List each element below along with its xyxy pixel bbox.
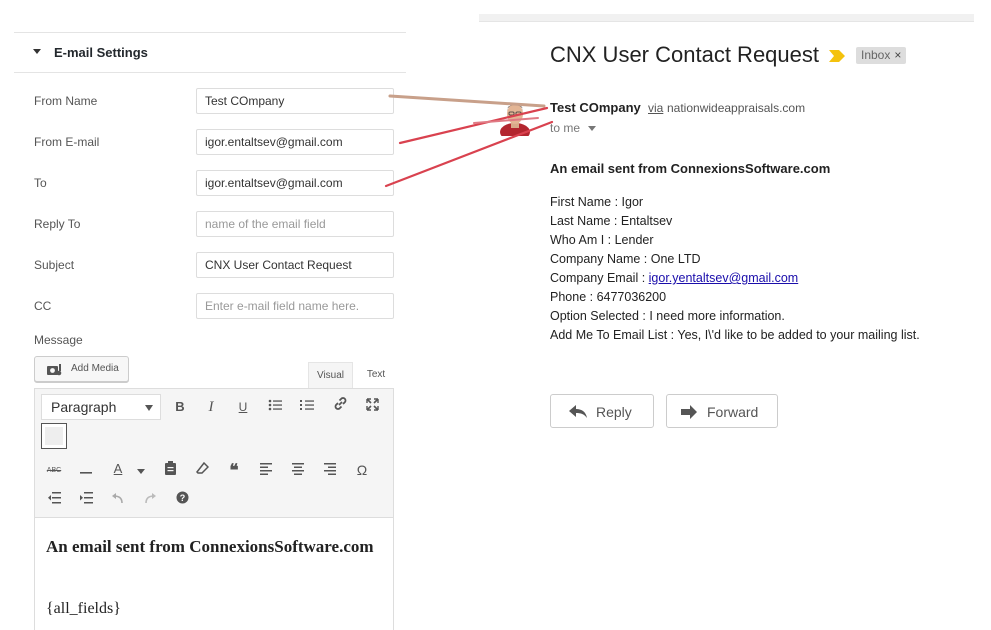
sender-name[interactable]: Test COmpany — [550, 100, 641, 115]
fullscreen-icon[interactable] — [361, 396, 383, 418]
editor-heading: An email sent from ConnexionsSoftware.co… — [46, 537, 374, 556]
to-input[interactable] — [196, 170, 394, 196]
inbox-label-chip[interactable]: Inbox × — [856, 47, 907, 64]
outdent-icon[interactable] — [43, 489, 65, 511]
email-body: First Name : Igor Last Name : Entaltsev … — [550, 193, 920, 345]
special-character-icon[interactable]: Ω — [351, 459, 373, 481]
email-settings-header[interactable]: E-mail Settings — [14, 33, 406, 73]
underline-button[interactable]: U — [232, 396, 254, 418]
reply-label: Reply — [596, 404, 632, 420]
company-email-prefix: Company Email : — [550, 271, 649, 285]
subject-input[interactable] — [196, 252, 394, 278]
cc-label: CC — [34, 299, 52, 313]
email-line-company-email: Company Email : igor.yentaltsev@gmail.co… — [550, 269, 920, 288]
bold-button[interactable]: B — [169, 396, 191, 418]
subject-label: Subject — [34, 258, 75, 272]
strikethrough-button[interactable]: ABC — [43, 460, 65, 482]
from-name-input[interactable] — [196, 88, 394, 114]
email-line-phone: Phone : 6477036200 — [550, 290, 667, 304]
message-label: Message — [34, 333, 83, 347]
tab-text[interactable]: Text — [358, 362, 394, 388]
caret-down-icon[interactable] — [130, 460, 152, 482]
forward-label: Forward — [707, 404, 759, 420]
editor-toolbar: Paragraph B I U ABC A ❝ Ω ? — [34, 388, 394, 518]
clear-formatting-icon[interactable] — [191, 460, 213, 482]
reply-to-label: Reply To — [34, 217, 81, 231]
tab-visual[interactable]: Visual — [308, 362, 353, 388]
forward-button[interactable]: Forward — [666, 394, 778, 428]
via-link[interactable]: via — [648, 101, 663, 115]
bullet-list-icon[interactable] — [264, 396, 286, 418]
add-media-label: Add Media — [71, 363, 119, 374]
editor-all-fields-tag: {all_fields} — [46, 600, 121, 617]
sender-domain: nationwideappraisals.com — [667, 101, 806, 115]
sender-avatar — [500, 104, 530, 136]
email-line-mailing-list: Add Me To Email List : Yes, I\'d like to… — [550, 328, 920, 342]
help-icon[interactable]: ? — [171, 489, 193, 511]
italic-button[interactable]: I — [200, 396, 222, 418]
section-title: E-mail Settings — [54, 45, 148, 60]
message-editor[interactable]: An email sent from ConnexionsSoftware.co… — [34, 518, 394, 630]
email-subject: CNX User Contact Request — [550, 42, 819, 67]
blockquote-icon[interactable]: ❝ — [223, 460, 245, 482]
reply-icon — [569, 405, 587, 418]
email-top-bar — [479, 14, 974, 22]
paste-text-icon[interactable] — [159, 460, 181, 482]
media-icon — [47, 364, 62, 376]
recipient-summary[interactable]: to me — [550, 121, 580, 135]
from-name-label: From Name — [34, 94, 98, 108]
align-left-icon[interactable] — [255, 460, 277, 482]
chevron-down-icon — [145, 405, 153, 411]
text-color-button[interactable]: A — [107, 458, 129, 480]
email-line-last-name: Last Name : Entaltsev — [550, 214, 673, 228]
from-email-input[interactable] — [196, 129, 394, 155]
link-icon[interactable] — [329, 396, 351, 418]
chevron-down-icon[interactable] — [588, 126, 596, 131]
email-line-who-am-i: Who Am I : Lender — [550, 233, 654, 247]
from-email-label: From E-mail — [34, 135, 100, 149]
reply-button[interactable]: Reply — [550, 394, 654, 428]
email-line-first-name: First Name : Igor — [550, 195, 644, 209]
cc-input[interactable] — [196, 293, 394, 319]
reply-to-input[interactable] — [196, 211, 394, 237]
forward-icon — [681, 405, 697, 419]
horizontal-line-icon[interactable] — [75, 460, 97, 482]
inbox-label-text: Inbox — [861, 48, 891, 62]
remove-label-icon[interactable]: × — [894, 48, 901, 62]
company-email-link[interactable]: igor.yentaltsev@gmail.com — [649, 271, 799, 285]
svg-text:?: ? — [179, 493, 185, 503]
add-media-button[interactable]: Add Media — [34, 356, 129, 382]
format-select-value: Paragraph — [51, 399, 117, 415]
importance-marker-icon[interactable] — [829, 50, 845, 62]
format-select[interactable]: Paragraph — [41, 394, 161, 420]
email-line-company-name: Company Name : One LTD — [550, 252, 701, 266]
to-label: To — [34, 176, 47, 190]
email-body-heading: An email sent from ConnexionsSoftware.co… — [550, 161, 831, 176]
caret-down-icon — [33, 49, 41, 54]
align-center-icon[interactable] — [287, 460, 309, 482]
email-line-option: Option Selected : I need more informatio… — [550, 309, 785, 323]
text-color-swatch[interactable] — [41, 423, 67, 449]
align-right-icon[interactable] — [319, 460, 341, 482]
indent-icon[interactable] — [75, 489, 97, 511]
redo-icon[interactable] — [139, 489, 161, 511]
undo-icon[interactable] — [107, 489, 129, 511]
numbered-list-icon[interactable] — [296, 396, 318, 418]
